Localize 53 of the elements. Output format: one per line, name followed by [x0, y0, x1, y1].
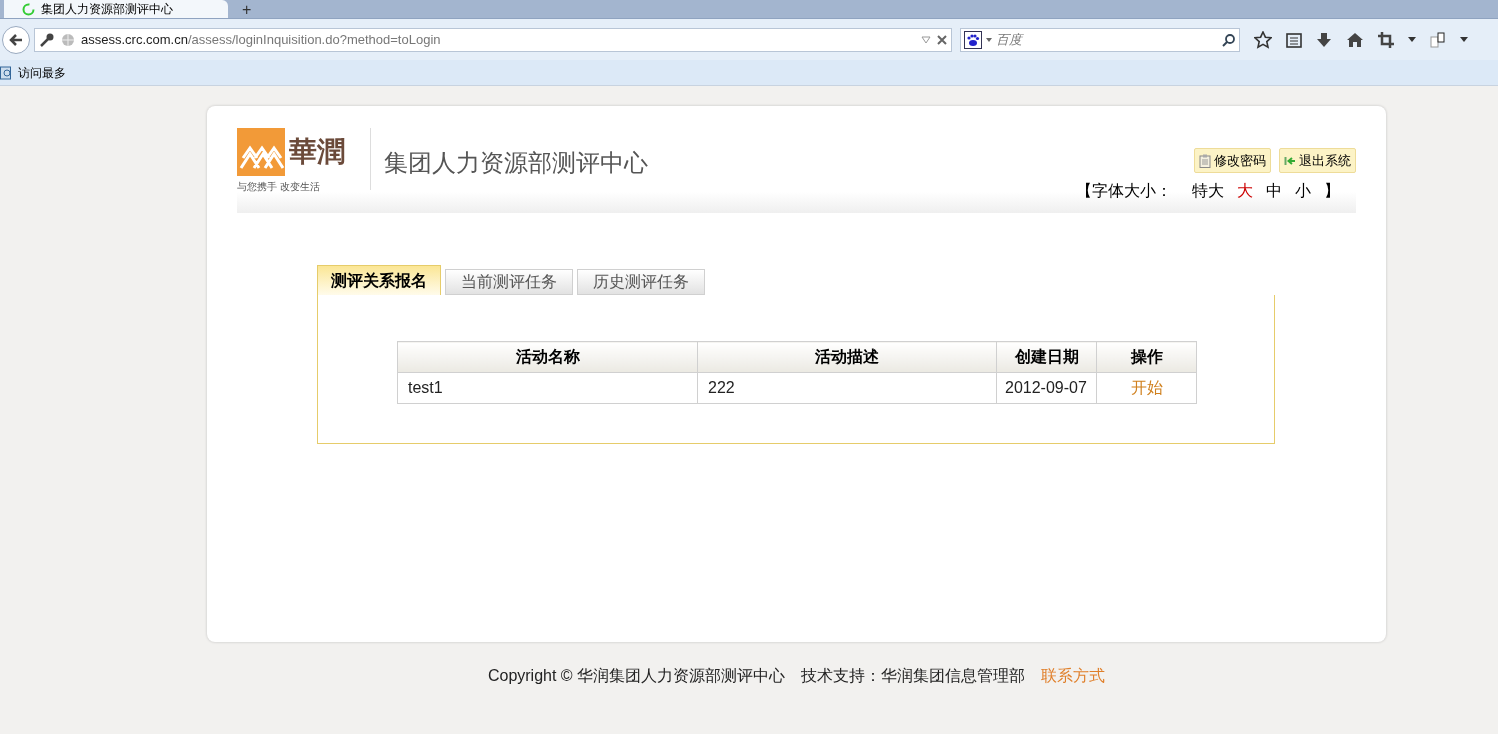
tab[interactable]: 当前测评任务 — [445, 269, 573, 295]
tab[interactable]: 历史测评任务 — [577, 269, 705, 295]
new-tab-button[interactable]: + — [236, 2, 258, 18]
search-icon[interactable] — [1222, 32, 1236, 47]
key-icon — [39, 31, 55, 48]
font-size-label: 字体大小： — [1092, 181, 1172, 201]
search-field[interactable]: 百度 — [960, 27, 1240, 52]
site-title: 集团人力资源部测评中心 — [384, 148, 648, 178]
globe-icon — [61, 32, 75, 47]
tab[interactable]: 测评关系报名 — [317, 265, 441, 295]
column-header: 创建日期 — [996, 341, 1097, 373]
font-size-option[interactable]: 大 — [1237, 179, 1253, 203]
crop-icon[interactable] — [1378, 31, 1394, 48]
column-header: 活动描述 — [697, 341, 997, 373]
logout-button[interactable]: 退出系统 — [1279, 148, 1356, 173]
logo-icon — [237, 128, 285, 176]
logo-tagline: 与您携手 改变生活 — [237, 180, 321, 194]
table-cell: 2012-09-07 — [996, 372, 1097, 404]
bookmark-folder-icon — [0, 65, 14, 80]
font-size-option[interactable]: 特大 — [1192, 179, 1224, 203]
search-input[interactable]: 百度 — [996, 29, 1218, 50]
url-text: assess.crc.com.cn/assess/loginInquisition.do?method=toLogin — [81, 30, 441, 49]
loading-icon — [22, 2, 35, 16]
back-button[interactable] — [2, 25, 30, 54]
tab-title: 集团人力资源部测评中心 — [41, 1, 173, 18]
exit-arrow-icon — [1284, 155, 1296, 166]
browser-tab[interactable]: 集团人力资源部测评中心 — [4, 0, 228, 18]
copyright-text: Copyright © 华润集团人力资源部测评中心 — [487, 666, 786, 686]
change-password-button[interactable]: 修改密码 — [1194, 148, 1271, 173]
bracket: 【 — [1076, 181, 1092, 201]
back-arrow-icon — [9, 33, 23, 46]
home-icon[interactable] — [1346, 31, 1364, 48]
column-header: 活动名称 — [397, 341, 698, 373]
clipboard-icon — [1199, 153, 1211, 168]
font-size-option[interactable]: 中 — [1266, 179, 1282, 203]
font-size-option[interactable]: 小 — [1295, 179, 1311, 203]
bookmark[interactable]: 访问最多 — [0, 63, 66, 82]
column-header: 操作 — [1096, 341, 1197, 373]
logo-text: 華潤 — [288, 134, 346, 170]
table-cell: 222 — [697, 372, 997, 404]
support-text: 技术支持：华润集团信息管理部 — [801, 666, 1026, 686]
url-field[interactable]: assess.crc.com.cn/assess/loginInquisition.do?method=toLogin — [34, 27, 952, 52]
table-cell: test1 — [397, 372, 698, 404]
bracket: 】 — [1324, 181, 1340, 201]
caret-icon[interactable] — [1408, 37, 1416, 42]
download-icon[interactable] — [1316, 31, 1332, 48]
caret-icon[interactable] — [1460, 37, 1468, 42]
pages-icon[interactable] — [1430, 31, 1446, 48]
paw-icon — [964, 30, 982, 49]
close-icon[interactable] — [937, 34, 947, 45]
reading-list-icon[interactable] — [1286, 31, 1302, 48]
star-icon[interactable] — [1254, 30, 1272, 49]
caret-icon — [986, 37, 992, 42]
